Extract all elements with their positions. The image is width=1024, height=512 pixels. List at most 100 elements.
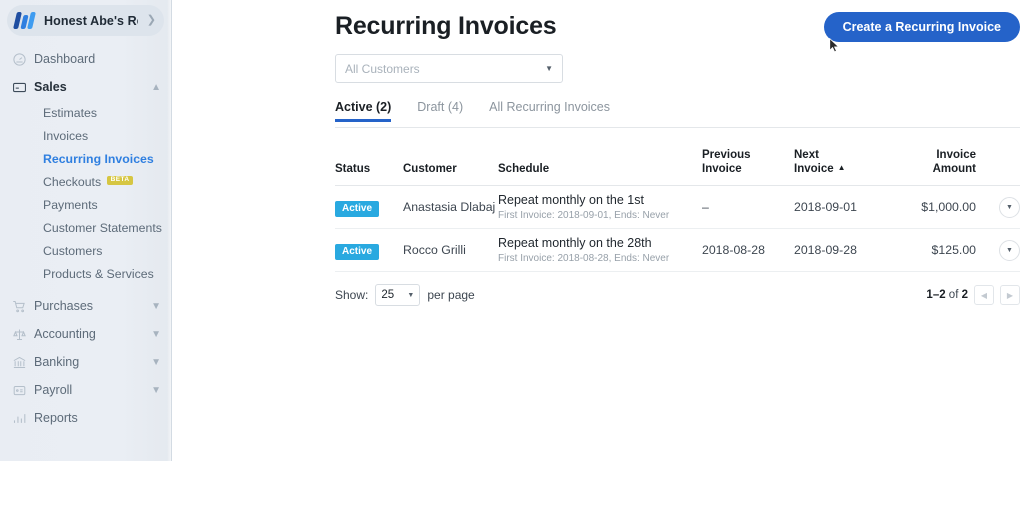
sidebar-item-customer-statements[interactable]: Customer Statements [0,216,171,239]
page-size-group: Show: 25 ▼ per page [335,284,475,306]
cell-status: Active [335,241,403,260]
sales-submenu: Estimates Invoices Recurring Invoices Ch… [0,101,171,285]
status-badge: Active [335,200,380,217]
cell-invoice-amount: $1,000.00 [921,200,976,215]
pagination-prev-button[interactable]: ◀ [974,285,994,305]
cell-schedule: Repeat monthly on the 1st First Invoice:… [498,193,702,222]
sidebar-subitem-label: Recurring Invoices [43,151,154,166]
column-header-line1: Next [794,149,819,161]
sidebar-item-checkouts[interactable]: Checkouts BETA [0,170,171,193]
pagination-range-total: 2 [961,289,968,301]
sidebar-item-payroll[interactable]: Payroll ▼ [0,376,171,404]
cell-previous-invoice: 2018-08-28 [702,243,765,258]
create-recurring-invoice-button[interactable]: Create a Recurring Invoice [823,12,1020,42]
sidebar-item-label: Sales [34,80,67,94]
status-badge: Active [335,243,380,260]
bank-icon [12,355,34,370]
sidebar-item-dashboard[interactable]: Dashboard [0,45,171,73]
sidebar-subitem-label: Products & Services [43,266,154,281]
sidebar-item-label: Banking [34,355,80,369]
sidebar-subitem-label: Estimates [43,105,97,120]
column-header-line2: Invoice [794,163,834,176]
customer-filter-select[interactable]: All Customers ▼ [335,54,563,83]
pagination-range-current: 1–2 [926,289,946,301]
sidebar-item-recurring-invoices[interactable]: Recurring Invoices [0,147,171,170]
tab-bar: Active (2) Draft (4) All Recurring Invoi… [335,100,1020,128]
chevron-down-icon: ▼ [151,356,161,368]
column-header-line2: Amount [932,163,976,176]
chevron-down-icon: ▼ [151,328,161,340]
chevron-up-icon: ▲ [151,81,161,93]
table-row[interactable]: Active Anastasia Dlabaj Repeat monthly o… [335,186,1020,230]
sidebar-item-banking[interactable]: Banking ▼ [0,348,171,376]
tab-all-recurring-invoices[interactable]: All Recurring Invoices [489,100,610,122]
shopping-cart-icon [12,299,34,314]
cell-invoice-amount: $125.00 [931,243,976,258]
sidebar-item-estimates[interactable]: Estimates [0,101,171,124]
pagination-next-button[interactable]: ▶ [1000,285,1020,305]
credit-card-icon [12,80,34,95]
sidebar-item-payments[interactable]: Payments [0,193,171,216]
sidebar-nav: Dashboard Sales ▲ Estimates Invoices Rec… [0,45,171,432]
sidebar-subitem-label: Customers [43,243,103,258]
table-header-row: Status Customer Schedule Previous Invoic… [335,140,1020,187]
sidebar-item-customers[interactable]: Customers [0,239,171,262]
main-content: Recurring Invoices Create a Recurring In… [172,0,1024,512]
column-header-previous-invoice[interactable]: Previous Invoice [702,148,794,176]
column-header-status[interactable]: Status [335,162,403,176]
pagination-range: 1–2 of 2 [926,289,968,301]
sidebar-item-purchases[interactable]: Purchases ▼ [0,292,171,320]
tab-draft[interactable]: Draft (4) [417,100,463,122]
schedule-text: Repeat monthly on the 1st [498,192,644,207]
sidebar-item-products-services[interactable]: Products & Services [0,262,171,285]
row-actions-button[interactable]: ▼ [999,196,1020,218]
tab-active[interactable]: Active (2) [335,100,391,122]
cell-schedule: Repeat monthly on the 28th First Invoice… [498,236,702,265]
cell-customer: Anastasia Dlabaj [403,200,496,215]
business-switcher[interactable]: Honest Abe's Re… ❯ [7,5,164,36]
chevron-down-icon: ▼ [151,300,161,312]
cell-status: Active [335,198,403,217]
column-header-line1: Invoice [936,149,976,161]
per-page-label: per page [427,288,475,302]
sidebar-item-label: Purchases [34,299,94,313]
sidebar-item-label: Payroll [34,383,73,397]
column-header-line2-wrap: Invoice ▲ [794,162,884,176]
pagination-range-of: of [945,289,962,301]
column-header-customer[interactable]: Customer [403,162,498,176]
sidebar-subitem-label: Payments [43,197,98,212]
row-actions-button[interactable]: ▼ [999,239,1020,261]
sidebar-item-sales[interactable]: Sales ▲ [0,73,171,101]
wave-logo-icon [13,12,36,29]
mouse-cursor [829,37,840,53]
sidebar-item-accounting[interactable]: Accounting ▼ [0,320,171,348]
recurring-invoices-table: Status Customer Schedule Previous Invoic… [335,140,1020,273]
business-name: Honest Abe's Re… [44,13,138,28]
schedule-subtext: First Invoice: 2018-09-01, Ends: Never [498,210,670,222]
cell-customer: Rocco Grilli [403,243,466,258]
schedule-text: Repeat monthly on the 28th [498,235,652,250]
gauge-icon [12,52,34,67]
pagination-footer: Show: 25 ▼ per page 1–2 of 2 ◀ ▶ [335,283,1020,307]
sidebar-subitem-label: Checkouts [43,174,102,189]
sidebar-subitem-label: Customer Statements [43,220,162,235]
customer-filter-placeholder: All Customers [345,61,420,76]
cell-actions: ▼ [976,196,1020,218]
sidebar-item-invoices[interactable]: Invoices [0,124,171,147]
sidebar-subitem-label: Invoices [43,128,89,143]
chevron-down-icon: ▼ [151,384,161,396]
table-row[interactable]: Active Rocco Grilli Repeat monthly on th… [335,229,1020,273]
page-size-select[interactable]: 25 ▼ [375,284,421,306]
column-header-schedule[interactable]: Schedule [498,162,702,176]
chevron-right-icon: ❯ [146,14,156,26]
column-header-line1: Previous [702,149,751,161]
sidebar-item-label: Dashboard [34,52,96,66]
sidebar-item-reports[interactable]: Reports [0,404,171,432]
show-label: Show: [335,288,369,302]
column-header-invoice-amount[interactable]: Invoice Amount [884,148,976,176]
schedule-subtext: First Invoice: 2018-08-28, Ends: Never [498,253,670,265]
column-header-next-invoice[interactable]: Next Invoice ▲ [794,148,884,176]
app-root: Honest Abe's Re… ❯ Dashboard Sales [0,0,1024,512]
page-title: Recurring Invoices [335,12,557,40]
bar-chart-icon [12,411,34,426]
